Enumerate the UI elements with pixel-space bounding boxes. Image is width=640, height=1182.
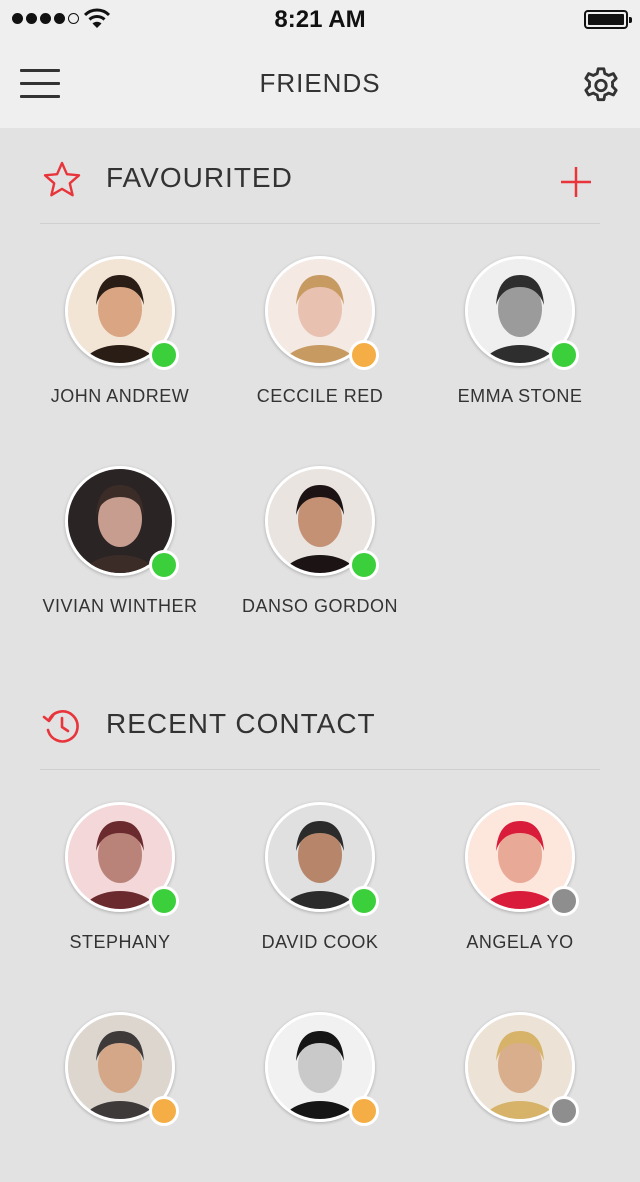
contact-item[interactable]: CECCILE RED	[220, 256, 420, 426]
avatar-wrapper	[265, 802, 379, 916]
favourited-section-header: FAVOURITED	[40, 128, 600, 224]
contact-name: JOHN ANDREW	[50, 386, 190, 406]
contact-item[interactable]: JOHN ANDREW	[20, 256, 220, 426]
avatar-wrapper	[465, 1012, 579, 1126]
page-title: FRIENDS	[259, 68, 381, 98]
contact-item[interactable]: STEPHANY	[20, 802, 220, 972]
avatar-wrapper	[265, 256, 379, 370]
avatar-wrapper	[265, 1012, 379, 1126]
contact-name: EMMA STONE	[457, 386, 583, 406]
status-away-indicator	[349, 340, 379, 370]
contact-name: VIVIAN WINTHER	[42, 596, 198, 616]
status-online-indicator	[349, 886, 379, 916]
contact-name: CECCILE RED	[256, 386, 384, 406]
status-online-indicator	[349, 550, 379, 580]
contact-name: ANGELA YO	[466, 932, 574, 952]
avatar-wrapper	[465, 256, 579, 370]
status-bar: 8:21 AM	[0, 0, 640, 40]
status-online-indicator	[149, 886, 179, 916]
avatar-wrapper	[65, 256, 179, 370]
status-offline-indicator	[549, 1096, 579, 1126]
status-offline-indicator	[549, 886, 579, 916]
contact-item[interactable]: VIVIAN WINTHER	[20, 466, 220, 636]
star-icon	[43, 161, 81, 197]
avatar-wrapper	[65, 466, 179, 580]
section-title: RECENT CONTACT	[106, 708, 376, 739]
avatar-wrapper	[65, 802, 179, 916]
contact-item[interactable]: ANGELA YO	[420, 802, 620, 972]
history-icon	[42, 710, 79, 743]
status-online-indicator	[549, 340, 579, 370]
contact-name: STEPHANY	[69, 932, 171, 952]
section-title: FAVOURITED	[106, 162, 293, 193]
status-online-indicator	[149, 340, 179, 370]
contact-item[interactable]	[420, 1012, 620, 1182]
status-away-indicator	[149, 1096, 179, 1126]
status-away-indicator	[349, 1096, 379, 1126]
contact-item[interactable]: DAVID COOK	[220, 802, 420, 972]
battery-fill	[588, 14, 624, 25]
battery-icon	[584, 10, 632, 29]
contact-item[interactable]	[220, 1012, 420, 1182]
avatar-wrapper	[465, 802, 579, 916]
contact-item[interactable]	[20, 1012, 220, 1182]
contact-name: DAVID COOK	[261, 932, 379, 952]
status-online-indicator	[149, 550, 179, 580]
avatar-wrapper	[265, 466, 379, 580]
contact-name: DANSO GORDON	[241, 596, 398, 616]
plus-icon[interactable]	[560, 166, 592, 198]
status-time: 8:21 AM	[274, 6, 366, 33]
contact-item[interactable]: DANSO GORDON	[220, 466, 420, 636]
contact-item[interactable]: EMMA STONE	[420, 256, 620, 426]
gear-icon[interactable]	[582, 66, 620, 104]
avatar-wrapper	[65, 1012, 179, 1126]
recent-contact-section-header: RECENT CONTACT	[40, 674, 600, 770]
nav-bar: FRIENDS	[0, 40, 640, 128]
